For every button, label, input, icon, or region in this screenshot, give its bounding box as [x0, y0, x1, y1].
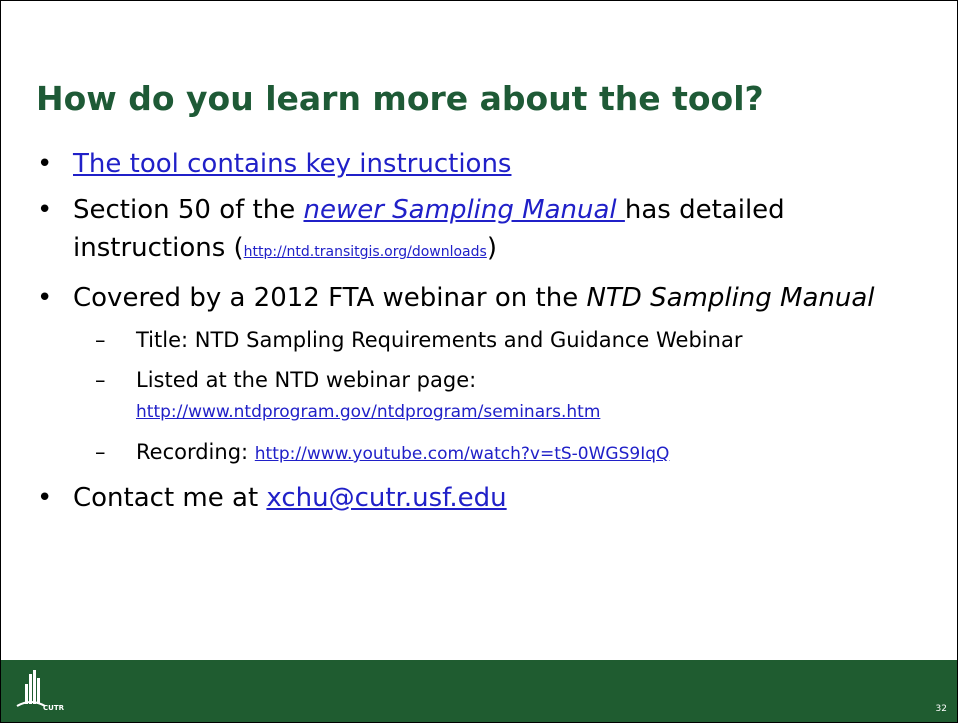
email-link[interactable]: xchu@cutr.usf.edu — [266, 483, 506, 513]
bullet-icon: • — [37, 283, 53, 313]
sub-bullet-text: Title: NTD Sampling Requirements and Gui… — [136, 328, 743, 352]
tool-instructions-link[interactable]: The tool contains key instructions — [73, 149, 511, 179]
footer-bar: CUTR 32 — [1, 660, 957, 722]
slide: How do you learn more about the tool? • … — [0, 0, 958, 723]
cutr-logo: CUTR — [16, 670, 65, 712]
page-number: 32 — [935, 704, 947, 714]
downloads-url-link[interactable]: http://ntd.transitgis.org/downloads — [244, 244, 487, 260]
bullet-text: ) — [486, 233, 497, 263]
dash-icon: – — [95, 368, 106, 392]
dash-icon: – — [95, 440, 106, 464]
bullet-text: Contact me at — [73, 483, 267, 513]
sub-bullet-text: Recording: — [136, 440, 255, 464]
bullet-emphasis: NTD Sampling Manual — [586, 283, 875, 313]
bullet-item: • Section 50 of the newer Sampling Manua… — [37, 191, 937, 271]
bullet-text: Section 50 of the — [73, 195, 304, 225]
bullet-item: • The tool contains key instructions — [37, 145, 937, 183]
sub-bullet-item: – Listed at the NTD webinar page: http:/… — [73, 365, 937, 427]
slide-title: How do you learn more about the tool? — [36, 79, 764, 118]
bullet-item: • Contact me at xchu@cutr.usf.edu — [37, 479, 937, 517]
bullet-text: Covered by a 2012 FTA webinar on the — [73, 283, 587, 313]
bullet-item: • Covered by a 2012 FTA webinar on the N… — [37, 279, 937, 317]
sub-bullet-item: – Recording: http://www.youtube.com/watc… — [73, 437, 937, 469]
bullet-list: • The tool contains key instructions • S… — [37, 145, 937, 525]
sub-bullet-item: – Title: NTD Sampling Requirements and G… — [73, 325, 937, 355]
sampling-manual-link[interactable]: newer Sampling Manual — [303, 195, 624, 225]
bullet-icon: • — [37, 149, 53, 179]
recording-link[interactable]: http://www.youtube.com/watch?v=tS-0WGS9I… — [255, 444, 670, 464]
webinar-page-link[interactable]: http://www.ntdprogram.gov/ntdprogram/sem… — [136, 402, 600, 422]
dash-icon: – — [95, 328, 106, 352]
sub-bullet-text: Listed at the NTD webinar page: — [136, 368, 477, 392]
bullet-icon: • — [37, 483, 53, 513]
bullet-icon: • — [37, 195, 53, 225]
svg-text:CUTR: CUTR — [43, 704, 65, 712]
